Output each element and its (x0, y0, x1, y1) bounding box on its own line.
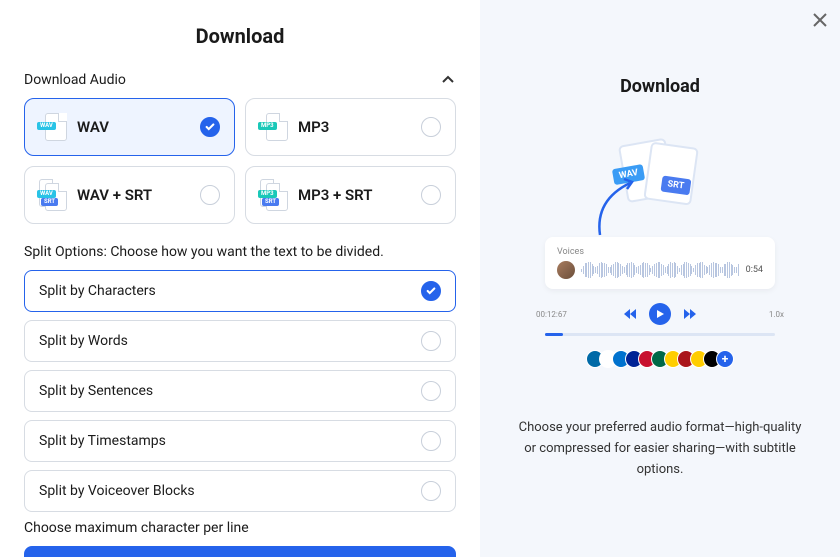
curved-arrow-icon (590, 175, 650, 245)
split-option-voiceover-blocks[interactable]: Split by Voiceover Blocks (24, 470, 456, 512)
info-description: Choose your preferred audio format—high-… (504, 418, 816, 480)
split-option-sentences[interactable]: Split by Sentences (24, 370, 456, 412)
audio-format-grid: WAV WAV MP3 MP3 WAV SRT WAV + SRT (24, 98, 456, 224)
timecode-label: 00:12:67 (536, 310, 567, 319)
wav-srt-files-icon: WAV SRT (39, 181, 67, 209)
format-option-wav[interactable]: WAV WAV (24, 98, 235, 156)
close-button[interactable] (810, 10, 830, 30)
waveform-icon (581, 261, 740, 279)
radio-unchecked-icon (200, 185, 220, 205)
radio-unchecked-icon (421, 381, 441, 401)
radio-checked-icon (200, 117, 220, 137)
format-option-wav-srt[interactable]: WAV SRT WAV + SRT (24, 166, 235, 224)
mp3-file-icon: MP3 (260, 113, 288, 141)
chevron-up-icon (440, 72, 456, 88)
split-option-label: Split by Words (39, 333, 128, 349)
info-panel: Download WAV SRT Voices 0:54 (480, 0, 840, 557)
split-option-label: Split by Sentences (39, 383, 153, 399)
rewind-icon (623, 307, 637, 321)
split-option-label: Split by Timestamps (39, 433, 166, 449)
close-icon (810, 10, 830, 30)
player-controls: 00:12:67 1.0x (530, 303, 790, 325)
panel-title: Download (24, 24, 456, 48)
format-option-mp3-srt[interactable]: MP3 SRT MP3 + SRT (245, 166, 456, 224)
split-option-characters[interactable]: Split by Characters (24, 270, 456, 312)
language-flags: + (530, 350, 790, 368)
download-button[interactable]: Download (24, 546, 456, 557)
split-options-label: Split Options: Choose how you want the t… (24, 244, 456, 260)
progress-bar (545, 333, 775, 336)
split-option-label: Split by Characters (39, 283, 156, 299)
forward-icon (683, 307, 697, 321)
format-option-mp3[interactable]: MP3 MP3 (245, 98, 456, 156)
radio-unchecked-icon (421, 331, 441, 351)
info-title: Download (620, 76, 700, 97)
format-label: MP3 (298, 118, 411, 136)
audio-player-preview: Voices 0:54 (545, 237, 775, 289)
voices-label: Voices (557, 247, 763, 257)
duration-label: 0:54 (746, 265, 763, 275)
download-audio-label: Download Audio (24, 72, 126, 88)
avatar (557, 261, 575, 279)
split-options-list: Split by Characters Split by Words Split… (24, 270, 456, 512)
download-options-panel: Download Download Audio WAV WAV MP3 MP3 (0, 0, 480, 557)
format-label: WAV (77, 118, 190, 136)
illus-srt-badge: SRT (660, 175, 691, 195)
radio-unchecked-icon (421, 481, 441, 501)
download-illustration: WAV SRT Voices 0:54 00:12:67 (530, 137, 790, 368)
split-option-timestamps[interactable]: Split by Timestamps (24, 420, 456, 462)
flag-icon: + (716, 350, 734, 368)
radio-unchecked-icon (421, 185, 441, 205)
format-label: WAV + SRT (77, 186, 190, 204)
radio-unchecked-icon (421, 117, 441, 137)
split-option-label: Split by Voiceover Blocks (39, 483, 195, 499)
wav-file-icon: WAV (39, 113, 67, 141)
play-button-icon (649, 303, 671, 325)
mp3-srt-files-icon: MP3 SRT (260, 181, 288, 209)
radio-checked-icon (421, 281, 441, 301)
download-audio-section-toggle[interactable]: Download Audio (24, 72, 456, 88)
radio-unchecked-icon (421, 431, 441, 451)
format-label: MP3 + SRT (298, 186, 411, 204)
max-char-helper: Choose maximum character per line (24, 520, 456, 536)
playback-rate-label: 1.0x (769, 310, 784, 319)
split-option-words[interactable]: Split by Words (24, 320, 456, 362)
